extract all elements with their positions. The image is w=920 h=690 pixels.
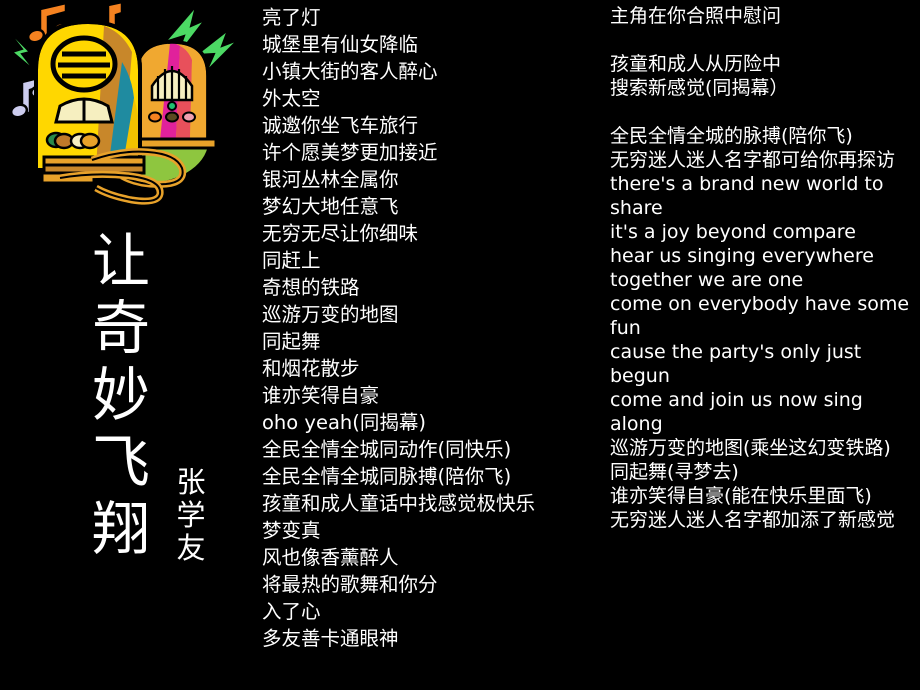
lyric-line: 谁亦笑得自豪 <box>262 384 380 407</box>
lyric-line: 小镇大街的客人醉心 <box>262 60 438 83</box>
lyric-line: 巡游万变的地图(乘坐这幻变铁路) <box>610 437 891 459</box>
lyric-line: hear us singing everywhere <box>610 245 874 267</box>
artist-char: 张 <box>176 465 206 499</box>
lyric-line: oho yeah(同揭幕) <box>262 411 426 434</box>
lyric-line: 无穷迷人迷人名字都可给你再探访 <box>610 149 896 171</box>
radio-clipart <box>0 0 250 212</box>
title-char: 奇 <box>91 294 150 362</box>
lyric-line: 诚邀你坐飞车旅行 <box>262 114 419 137</box>
lyric-line: 奇想的铁路 <box>262 276 360 299</box>
lyric-line: 同起舞 <box>262 330 321 353</box>
lyrics-column-right: 主角在你合照中慰问 孩童和成人从历险中 搜索新感觉(同揭幕） 全民全情全城的脉搏(… <box>610 4 916 532</box>
title-char: 让 <box>91 227 150 295</box>
artist-char: 学 <box>176 498 206 532</box>
lyric-line: 全民全情全城的脉搏(陪你飞) <box>610 125 853 147</box>
lyric-line: 将最热的歌舞和你分 <box>262 573 438 596</box>
radio-right-green-light <box>167 101 177 111</box>
artist-char: 友 <box>176 531 206 565</box>
title-char: 飞 <box>91 428 150 496</box>
artist-name-vertical: 张 学 友 <box>170 466 212 565</box>
lyric-line: 主角在你合照中慰问 <box>610 5 782 27</box>
lyric-line: 许个愿美梦更加接近 <box>262 141 438 164</box>
lyric-line: 多友善卡通眼神 <box>262 627 399 650</box>
lyric-line: 巡游万变的地图 <box>262 303 399 326</box>
lyric-line: come on everybody have some fun <box>610 293 916 339</box>
lyric-line: 城堡里有仙女降临 <box>262 33 419 56</box>
lyric-line: 孩童和成人童话中找感觉极快乐 <box>262 492 536 515</box>
lyric-line: 全民全情全城同脉搏(陪你飞) <box>262 465 512 488</box>
lyric-line: together we are one <box>610 269 804 291</box>
lyric-line: 风也像香薰醉人 <box>262 546 399 569</box>
lyric-line-blank <box>610 100 916 124</box>
title-char: 妙 <box>91 361 150 429</box>
radio-left <box>34 19 146 185</box>
lyric-line: it's a joy beyond compare <box>610 221 856 243</box>
lyric-line: 无穷无尽让你细味 <box>262 222 419 245</box>
lyric-line-blank <box>610 28 916 52</box>
lyric-line: there's a brand new world to share <box>610 173 890 219</box>
lyric-line: 亮了灯 <box>262 6 321 29</box>
lyrics-slide: 让 奇 妙 飞 翔 张 学 友 亮了灯城堡里有仙女降临 小镇大街的客人醉心 外太空诚… <box>0 0 920 690</box>
lyric-line: come and join us now sing along <box>610 389 869 435</box>
lyric-line: 无穷迷人迷人名字都加添了新感觉 <box>610 509 896 531</box>
lyric-line: 和烟花散步 <box>262 357 360 380</box>
lyric-line: 梦变真 <box>262 519 321 542</box>
lyric-line: 全民全情全城同动作(同快乐) <box>262 438 512 461</box>
lyric-line: 同起舞(寻梦去) <box>610 461 739 483</box>
lyric-line: 谁亦笑得自豪(能在快乐里面飞) <box>610 485 872 507</box>
lyric-line: 外太空 <box>262 87 321 110</box>
title-char: 翔 <box>91 495 150 563</box>
lyrics-column-middle: 亮了灯城堡里有仙女降临 小镇大街的客人醉心 外太空诚邀你坐飞车旅行 许个愿美梦更加接近… <box>262 4 598 652</box>
lyric-line: 入了心 <box>262 600 321 623</box>
lyric-line: cause the party's only just begun <box>610 341 868 387</box>
song-title-vertical: 让 奇 妙 飞 翔 <box>66 228 176 563</box>
lyric-line: 孩童和成人从历险中 <box>610 53 782 75</box>
lyric-line: 搜索新感觉(同揭幕） <box>610 77 789 99</box>
lyric-line: 银河丛林全属你 <box>262 168 399 191</box>
lyric-line: 同赶上 <box>262 249 321 272</box>
lyric-line: 梦幻大地任意飞 <box>262 195 399 218</box>
